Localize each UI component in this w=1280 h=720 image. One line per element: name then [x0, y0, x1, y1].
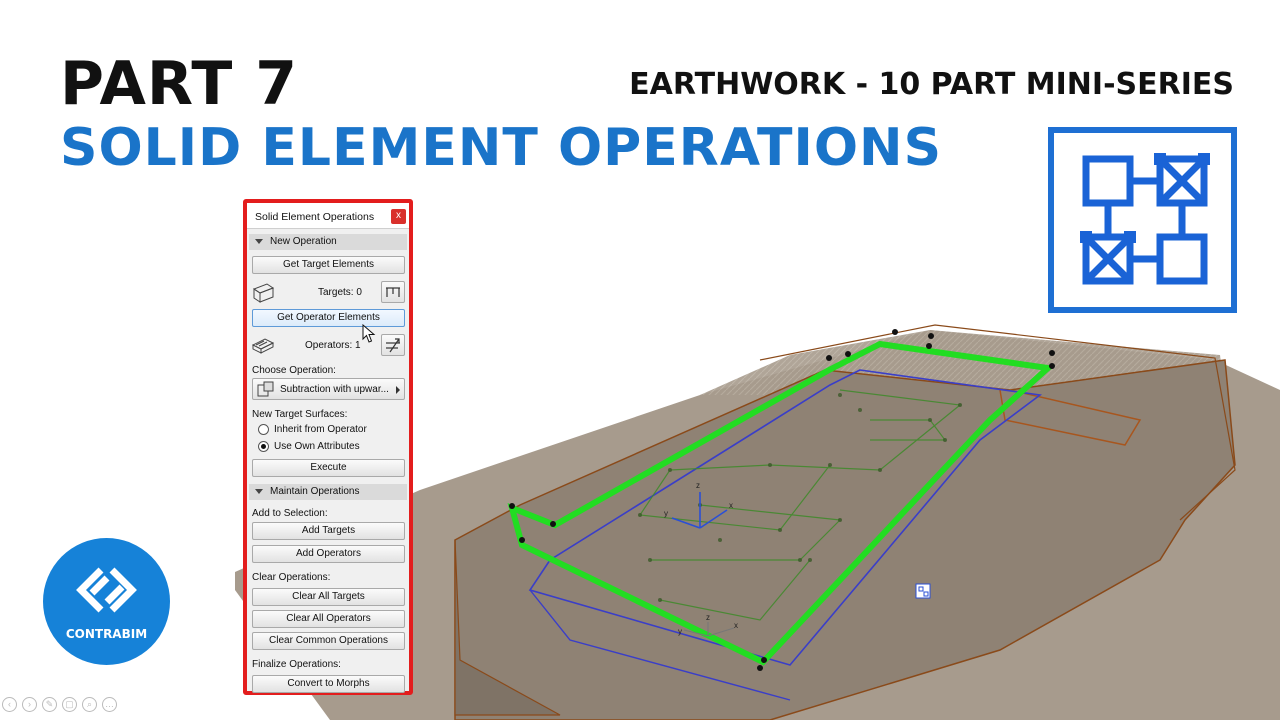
axis-label-x: x	[729, 501, 733, 510]
copy-icon[interactable]: ▢	[62, 697, 77, 712]
select-operators-button[interactable]	[381, 334, 405, 356]
solid-element-operations-icon	[1048, 127, 1237, 313]
part-title: PART 7	[60, 49, 298, 119]
clear-common-operations-button[interactable]: Clear Common Operations	[252, 632, 405, 650]
axis-label-y: y	[664, 509, 668, 518]
radio-button-selected[interactable]	[258, 441, 269, 452]
axis-label-z: z	[696, 481, 700, 490]
section-label: Maintain Operations	[270, 486, 360, 497]
clear-all-targets-button[interactable]: Clear All Targets	[252, 588, 405, 606]
contrabim-logo: CONTRABIM	[43, 538, 170, 665]
get-target-elements-button[interactable]: Get Target Elements	[252, 256, 405, 274]
add-operators-button[interactable]: Add Operators	[252, 545, 405, 563]
object-marker-icon[interactable]	[915, 583, 931, 599]
dropdown-arrow-icon	[396, 386, 400, 394]
prev-icon[interactable]: ‹	[2, 697, 17, 712]
axis-label-z2: z	[706, 613, 710, 622]
select-targets-icon	[386, 287, 400, 297]
axis-label-x2: x	[734, 621, 738, 630]
mouse-pointer-icon	[362, 324, 376, 343]
subtraction-icon	[257, 381, 274, 397]
operators-count: Operators: 1	[305, 340, 361, 351]
next-icon[interactable]: ›	[22, 697, 37, 712]
collapse-triangle-icon	[255, 489, 263, 494]
finalize-operations-label: Finalize Operations:	[252, 659, 341, 670]
select-operators-icon	[386, 338, 400, 353]
collapse-triangle-icon	[255, 239, 263, 244]
radio-button[interactable]	[258, 424, 269, 435]
operation-value: Subtraction with upwar...	[280, 384, 389, 395]
solid-element-operations-palette: Solid Element Operations x New Operation…	[243, 199, 413, 695]
logo-text: CONTRABIM	[65, 627, 148, 641]
add-to-selection-label: Add to Selection:	[252, 508, 328, 519]
clear-operations-label: Clear Operations:	[252, 572, 331, 583]
section-label: New Operation	[270, 236, 337, 247]
video-subtitle: SOLID ELEMENT OPERATIONS	[60, 118, 943, 178]
radio-label: Inherit from Operator	[274, 424, 367, 435]
execute-button[interactable]: Execute	[252, 459, 405, 477]
operation-select[interactable]: Subtraction with upwar...	[252, 378, 405, 400]
contrabim-logo-icon	[76, 567, 137, 613]
series-title: EARTHWORK - 10 PART MINI-SERIES	[629, 67, 1234, 102]
more-icon[interactable]: …	[102, 697, 117, 712]
select-targets-button[interactable]	[381, 281, 405, 303]
convert-to-morphs-button[interactable]: Convert to Morphs	[252, 675, 405, 693]
zoom-icon[interactable]: ⌕	[82, 697, 97, 712]
operator-element-icon	[251, 338, 275, 354]
pen-icon[interactable]: ✎	[42, 697, 57, 712]
choose-operation-label: Choose Operation:	[252, 365, 336, 376]
palette-title: Solid Element Operations	[255, 211, 375, 223]
section-maintain-operations[interactable]: Maintain Operations	[249, 484, 407, 500]
targets-count: Targets: 0	[318, 287, 362, 298]
axis-label-y2: y	[678, 627, 682, 636]
clear-all-operators-button[interactable]: Clear All Operators	[252, 610, 405, 628]
close-button[interactable]: x	[391, 209, 406, 224]
new-target-surfaces-label: New Target Surfaces:	[252, 409, 348, 420]
get-operator-elements-button[interactable]: Get Operator Elements	[252, 309, 405, 327]
radio-label: Use Own Attributes	[274, 441, 360, 452]
palette-titlebar[interactable]: Solid Element Operations x	[247, 203, 409, 229]
target-element-icon	[252, 283, 275, 303]
add-targets-button[interactable]: Add Targets	[252, 522, 405, 540]
section-new-operation[interactable]: New Operation	[249, 234, 407, 250]
